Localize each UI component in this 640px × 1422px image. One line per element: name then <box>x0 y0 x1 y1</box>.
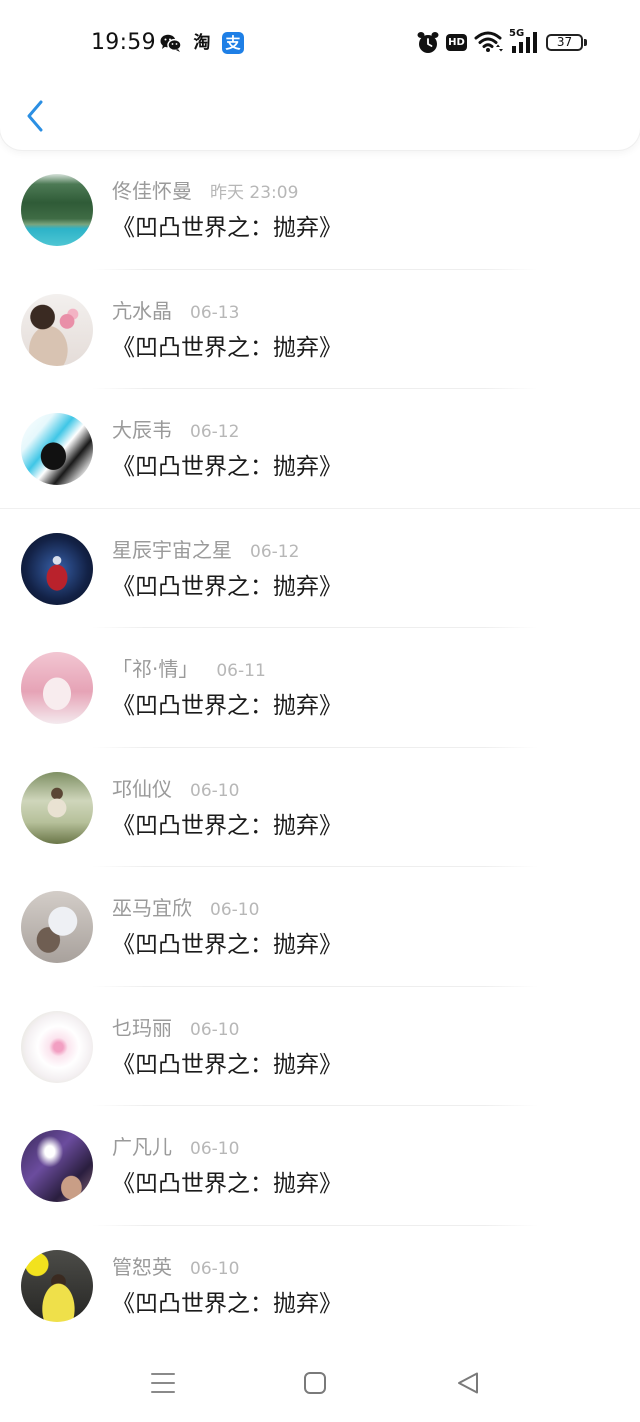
chevron-left-icon <box>27 100 43 132</box>
item-title[interactable]: 《凹凸世界之：抛弃》 <box>112 334 342 362</box>
item-meta: 乜玛丽 06-10 <box>112 1016 239 1040</box>
item-title[interactable]: 《凹凸世界之：抛弃》 <box>112 931 342 959</box>
alipay-icon: 支 <box>222 32 244 54</box>
item-title[interactable]: 《凹凸世界之：抛弃》 <box>112 214 342 242</box>
list-item[interactable]: 大辰韦 06-12 《凹凸世界之：抛弃》 <box>0 389 640 509</box>
user-name[interactable]: 佟佳怀曼 <box>112 179 192 203</box>
square-icon <box>304 1372 326 1394</box>
item-title[interactable]: 《凹凸世界之：抛弃》 <box>112 1170 342 1198</box>
avatar[interactable] <box>21 891 93 963</box>
status-time: 19:59 <box>91 30 156 55</box>
item-meta: 大辰韦 06-12 <box>112 418 239 442</box>
user-name[interactable]: 管恕英 <box>112 1255 172 1279</box>
avatar[interactable] <box>21 293 93 366</box>
wifi-icon <box>474 31 503 52</box>
menu-icon <box>151 1373 175 1393</box>
triangle-back-icon <box>458 1372 478 1394</box>
item-meta: 管恕英 06-10 <box>112 1255 239 1279</box>
alarm-icon <box>417 32 439 53</box>
list-item[interactable]: 「祁·情」 06-11 《凹凸世界之：抛弃》 <box>0 628 640 748</box>
list-item[interactable]: 广凡儿 06-10 《凹凸世界之：抛弃》 <box>0 1106 640 1226</box>
battery-indicator: 37 <box>546 34 583 51</box>
list-item[interactable]: 管恕英 06-10 《凹凸世界之：抛弃》 <box>0 1226 640 1346</box>
item-date: 昨天 23:09 <box>210 183 299 203</box>
item-meta: 巫马宜欣 06-10 <box>112 896 259 920</box>
nav-menu-button[interactable] <box>147 1368 179 1398</box>
item-date: 06-10 <box>210 900 260 920</box>
item-date: 06-10 <box>190 1019 240 1040</box>
item-date: 06-10 <box>190 1258 240 1279</box>
user-name[interactable]: 「祁·情」 <box>112 657 198 681</box>
user-name[interactable]: 大辰韦 <box>112 418 172 442</box>
list-item[interactable]: 星辰宇宙之星 06-12 《凹凸世界之：抛弃》 <box>0 509 640 628</box>
item-date: 06-10 <box>190 780 240 801</box>
signal-icon <box>512 32 537 53</box>
item-meta: 星辰宇宙之星 06-12 <box>112 538 299 562</box>
list-item[interactable]: 乜玛丽 06-10 《凹凸世界之：抛弃》 <box>0 987 640 1106</box>
user-name[interactable]: 亢水晶 <box>112 299 172 323</box>
avatar[interactable] <box>21 1249 93 1322</box>
item-title[interactable]: 《凹凸世界之：抛弃》 <box>112 812 342 840</box>
list-item[interactable]: 佟佳怀曼 昨天 23:09 《凹凸世界之：抛弃》 <box>0 150 640 270</box>
item-meta: 「祁·情」 06-11 <box>112 657 266 681</box>
list-item[interactable]: 邛仙仪 06-10 《凹凸世界之：抛弃》 <box>0 748 640 867</box>
item-title[interactable]: 《凹凸世界之：抛弃》 <box>112 1051 342 1079</box>
battery-cap <box>584 39 587 46</box>
nav-back-button[interactable] <box>452 1368 484 1398</box>
comment-list: 佟佳怀曼 昨天 23:09 《凹凸世界之：抛弃》 亢水晶 06-13 《凹凸世界之：… <box>0 150 640 1345</box>
item-title[interactable]: 《凹凸世界之：抛弃》 <box>112 692 342 720</box>
item-date: 06-11 <box>216 661 266 681</box>
list-item[interactable]: 亢水晶 06-13 《凹凸世界之：抛弃》 <box>0 270 640 389</box>
item-meta: 佟佳怀曼 昨天 23:09 <box>112 179 298 203</box>
user-name[interactable]: 乜玛丽 <box>112 1016 172 1040</box>
item-date: 06-12 <box>250 541 300 562</box>
item-date: 06-10 <box>190 1139 240 1159</box>
wechat-icon <box>160 34 182 52</box>
avatar[interactable] <box>21 771 93 844</box>
user-name[interactable]: 星辰宇宙之星 <box>112 538 232 562</box>
back-button[interactable] <box>20 96 50 136</box>
avatar[interactable] <box>21 1010 93 1083</box>
item-meta: 邛仙仪 06-10 <box>112 777 239 801</box>
header: 19:59 淘 支 HD 5G 37 <box>0 0 640 150</box>
item-meta: 广凡儿 06-10 <box>112 1135 239 1159</box>
avatar[interactable] <box>21 1130 93 1202</box>
user-name[interactable]: 广凡儿 <box>112 1135 172 1159</box>
item-title[interactable]: 《凹凸世界之：抛弃》 <box>112 573 342 601</box>
item-title[interactable]: 《凹凸世界之：抛弃》 <box>112 1290 342 1318</box>
avatar[interactable] <box>21 413 93 485</box>
avatar[interactable] <box>21 652 93 724</box>
item-title[interactable]: 《凹凸世界之：抛弃》 <box>112 453 342 481</box>
hd-badge: HD <box>446 34 467 51</box>
user-name[interactable]: 邛仙仪 <box>112 777 172 801</box>
item-date: 06-13 <box>190 302 240 323</box>
user-name[interactable]: 巫马宜欣 <box>112 896 192 920</box>
avatar[interactable] <box>21 532 93 605</box>
taobao-icon: 淘 <box>193 33 211 53</box>
list-item[interactable]: 巫马宜欣 06-10 《凹凸世界之：抛弃》 <box>0 867 640 987</box>
nav-home-button[interactable] <box>299 1368 331 1398</box>
avatar[interactable] <box>21 174 93 246</box>
item-meta: 亢水晶 06-13 <box>112 299 239 323</box>
item-date: 06-12 <box>190 422 240 442</box>
page: 19:59 淘 支 HD 5G 37 佟佳怀曼 昨天 23:09 《凹凸世界之：… <box>0 0 640 1422</box>
